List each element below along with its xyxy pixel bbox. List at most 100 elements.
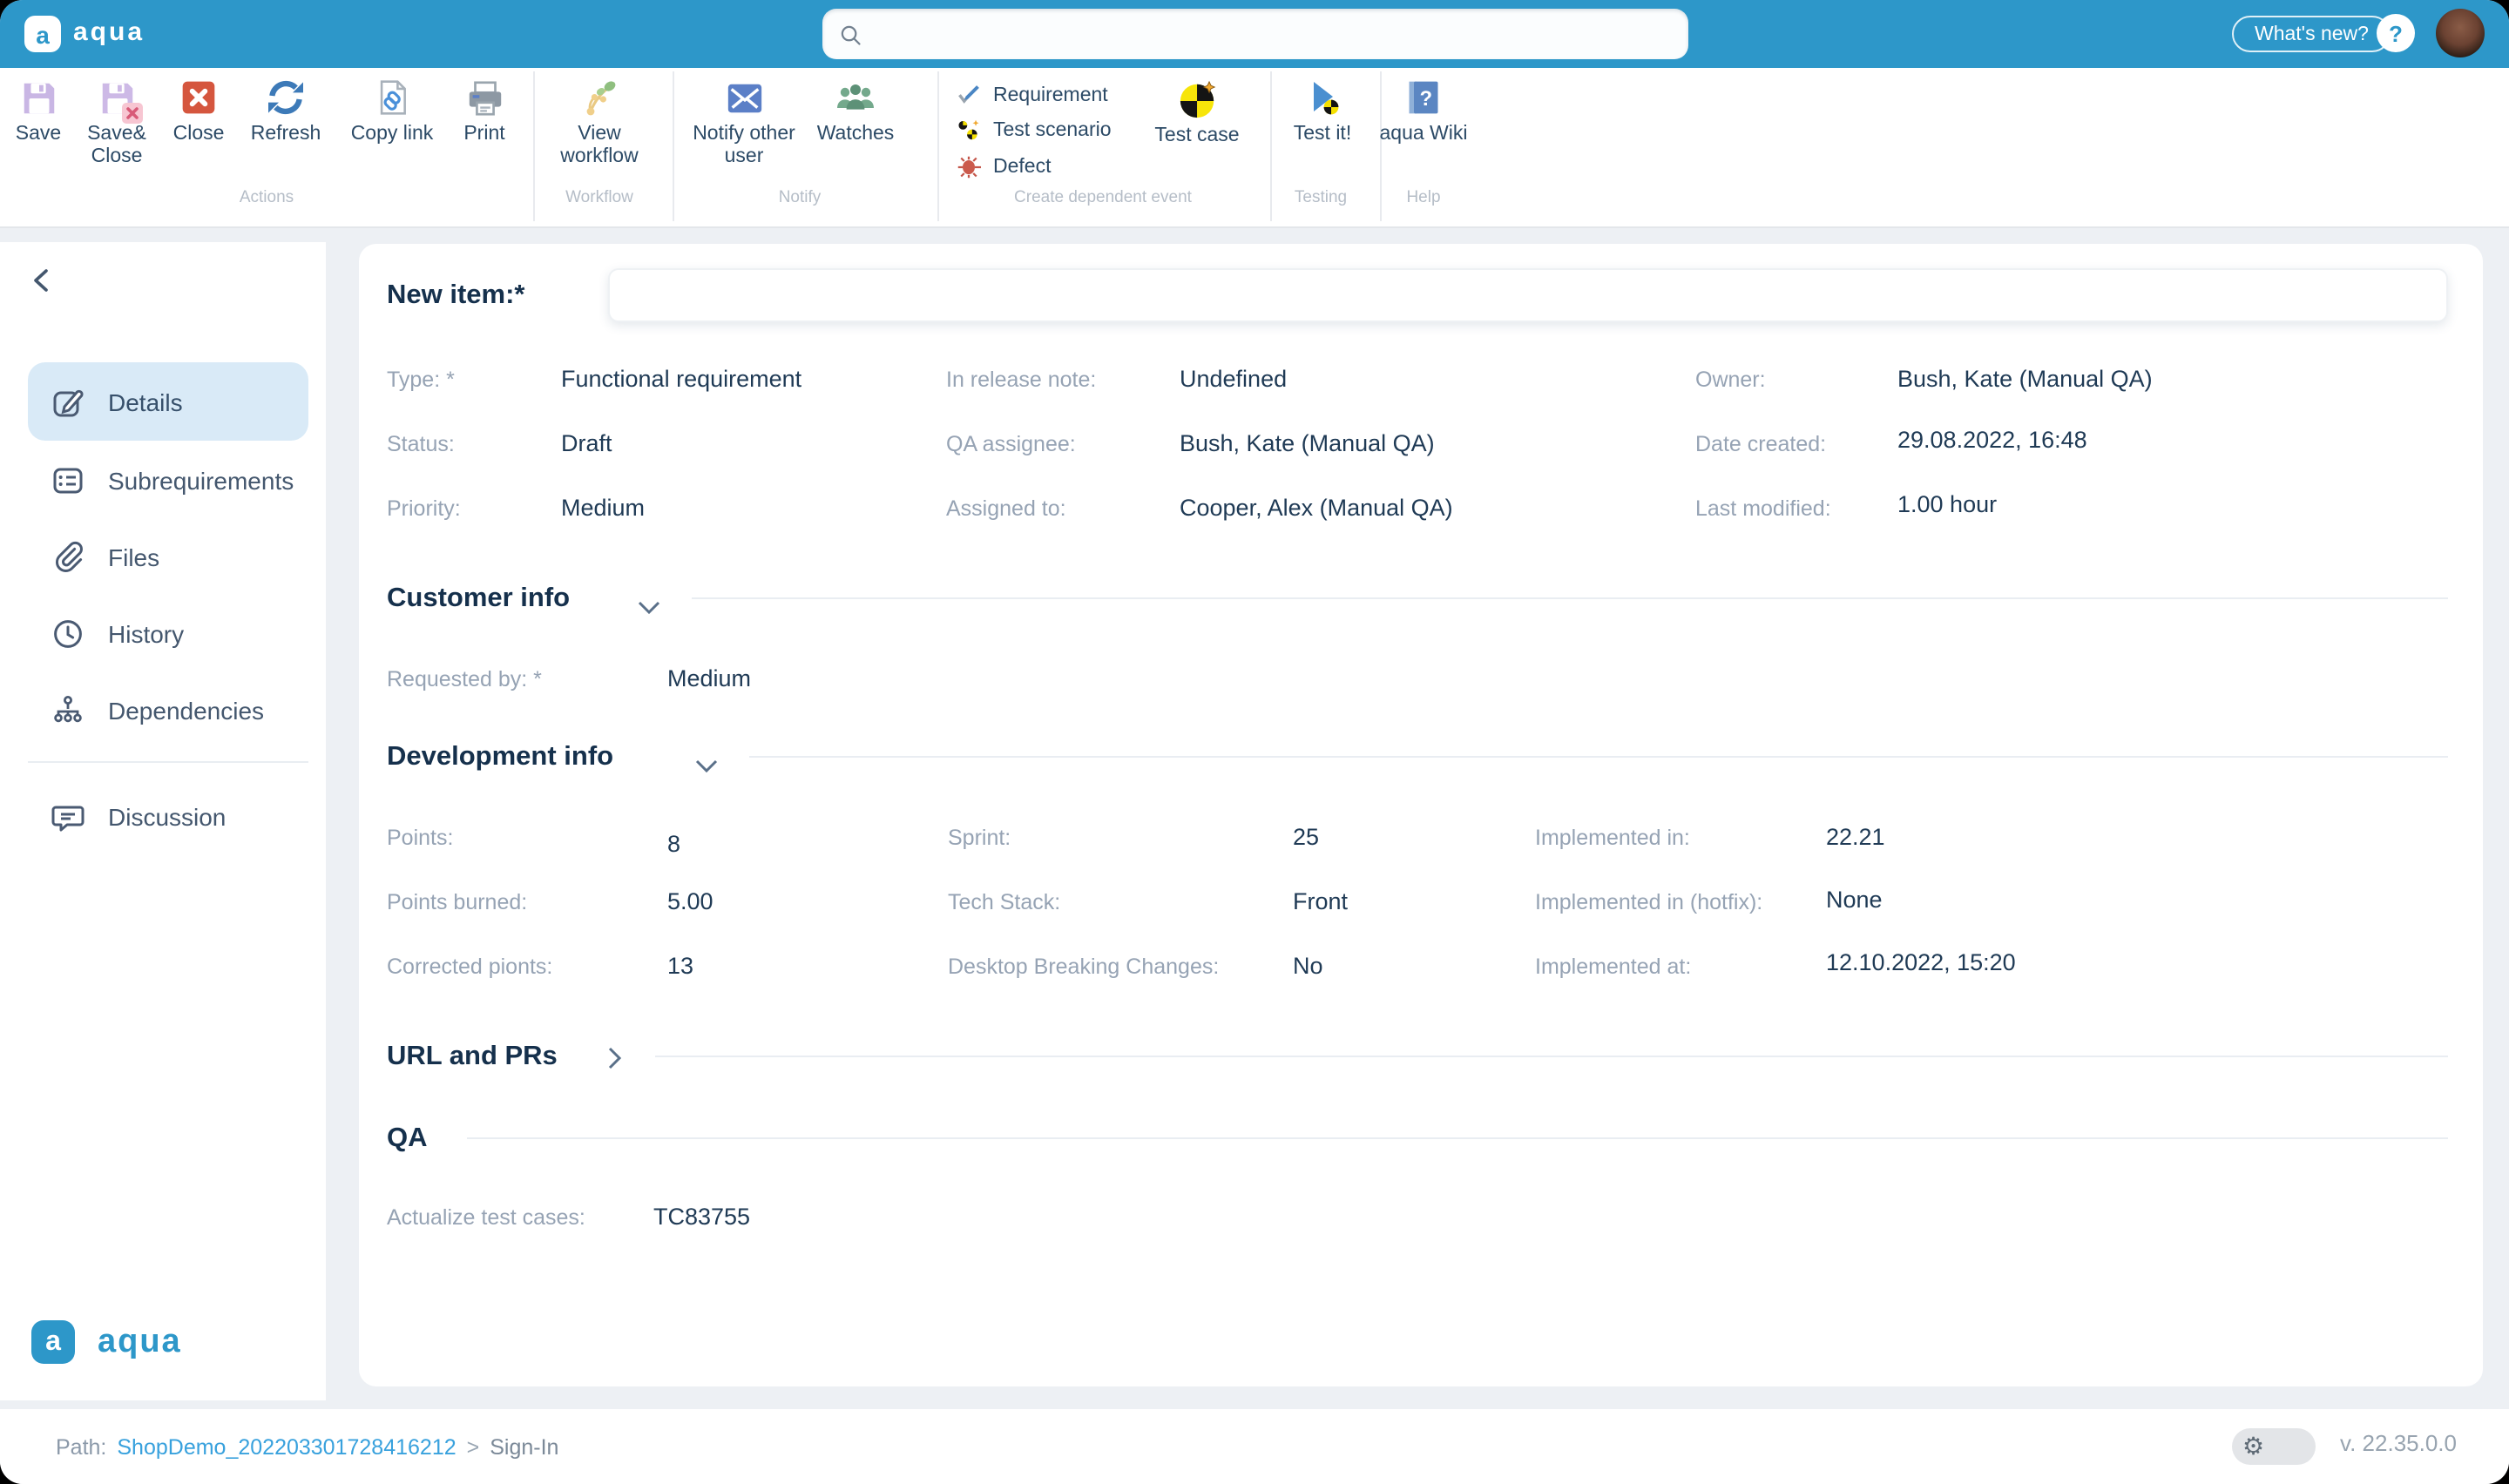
whats-new-label: What's new? [2255,24,2369,44]
gear-icon: ⚙ [2242,1432,2264,1461]
test-it-label: Test it! [1294,124,1351,146]
field-value-qa-assignee[interactable]: Bush, Kate (Manual QA) [1180,430,1435,458]
refresh-label: Refresh [251,124,321,146]
field-label-owner: Owner: [1695,368,1766,394]
aqua-wiki-button[interactable]: ? aqua Wiki [1375,75,1472,146]
create-test-scenario-label: Test scenario [993,119,1112,142]
field-value-owner[interactable]: Bush, Kate (Manual QA) [1897,366,2153,394]
section-divider [467,1137,2448,1139]
create-defect-label: Defect [993,156,1052,179]
sidebar-item-discussion-label: Discussion [108,802,226,830]
copy-link-button[interactable]: Copy link [340,75,444,146]
chevron-down-icon[interactable] [695,751,718,782]
item-title-input[interactable] [608,268,2448,322]
ribbon-group-caption-dependent: Create dependent event [972,188,1234,207]
create-test-case-button[interactable]: Test case [1143,77,1251,148]
save-button[interactable]: Save [0,75,77,146]
sidebar-item-discussion[interactable]: Discussion [28,777,308,855]
sidebar-collapse-button[interactable] [28,266,59,298]
create-requirement-label: Requirement [993,84,1108,107]
sidebar-item-subrequirements[interactable]: Subrequirements [28,441,308,519]
whats-new-button[interactable]: What's new? [2232,16,2391,52]
details-panel: New item:* Type: * Functional requiremen… [359,244,2483,1386]
field-label-qa-assignee: QA assignee: [946,432,1076,458]
section-title-qa: QA [387,1122,428,1155]
field-value-implemented-in[interactable]: 22.21 [1826,824,1885,852]
view-workflow-button[interactable]: View workflow [545,75,653,169]
save-label: Save [16,124,61,146]
print-button[interactable]: Print [439,75,530,146]
defect-bug-icon [957,155,981,179]
refresh-icon [265,75,307,120]
field-value-implemented-hotfix[interactable]: None [1826,887,1883,914]
field-value-corrected-points[interactable]: 13 [667,953,693,981]
test-case-icon [1177,77,1217,122]
field-value-requested-by[interactable]: Medium [667,665,751,693]
create-requirement-button[interactable]: Requirement [957,82,1108,110]
field-value-implemented-at[interactable]: 12.10.2022, 15:20 [1826,949,2016,977]
section-title-development-info[interactable]: Development info [387,740,613,773]
path-label: Path: [56,1434,106,1459]
settings-toggle[interactable]: ⚙ [2232,1428,2316,1465]
field-value-sprint[interactable]: 25 [1293,824,1319,852]
close-icon [179,75,218,120]
close-button[interactable]: Close [160,75,237,146]
help-button[interactable]: ? [2377,14,2415,52]
sidebar-item-dependencies[interactable]: Dependencies [28,671,308,749]
field-value-assigned-to[interactable]: Cooper, Alex (Manual QA) [1180,495,1453,523]
watches-button[interactable]: Watches [803,75,908,146]
print-label: Print [463,124,504,146]
field-label-type: Type: * [387,368,455,394]
test-it-button[interactable]: Test it! [1277,75,1368,146]
aqua-logo-icon[interactable]: a [24,16,61,52]
refresh-button[interactable]: Refresh [237,75,335,146]
topbar: a aqua What's new? ? [0,0,2509,68]
field-value-in-release-note[interactable]: Undefined [1180,366,1287,394]
field-value-actualize-test-cases[interactable]: TC83755 [653,1204,750,1231]
window: a aqua What's new? ? Save Save& Close [0,0,2509,1484]
sidebar-item-files-label: Files [108,543,159,570]
field-value-points[interactable]: 8 [667,831,680,859]
sidebar-aqua-wordmark: aqua [98,1324,182,1362]
path-separator: > [467,1434,480,1459]
sidebar-logo-letter: a [45,1326,61,1358]
field-value-type[interactable]: Functional requirement [561,366,801,394]
search-input[interactable] [873,9,1688,59]
test-it-icon [1302,75,1343,120]
create-defect-button[interactable]: Defect [957,153,1052,181]
subrequirements-list-icon [51,462,85,497]
ribbon-toolbar: Save Save& Close Close Refresh [0,68,2509,228]
field-value-priority[interactable]: Medium [561,495,645,523]
field-value-status[interactable]: Draft [561,430,612,458]
sidebar-item-files[interactable]: Files [28,517,308,596]
field-label-implemented-hotfix: Implemented in (hotfix): [1535,890,1762,916]
sidebar-item-details[interactable]: Details [28,362,308,441]
aqua-wiki-label: aqua Wiki [1380,124,1468,146]
path-project-link[interactable]: ShopDemo_202203301728416212 [117,1434,456,1459]
dependencies-tree-icon [51,692,85,727]
global-search[interactable] [822,9,1688,59]
section-divider [749,756,2448,758]
user-avatar[interactable] [2436,9,2485,57]
version-label: v. 22.35.0.0 [2340,1430,2457,1456]
field-value-desktop-breaking[interactable]: No [1293,953,1323,981]
field-value-tech-stack[interactable]: Front [1293,888,1348,916]
field-label-priority: Priority: [387,496,461,523]
section-title-customer-info[interactable]: Customer info [387,582,570,615]
field-label-implemented-at: Implemented at: [1535,954,1691,981]
section-title-url-and-prs[interactable]: URL and PRs [387,1040,558,1073]
field-label-corrected-points: Corrected pionts: [387,954,552,981]
chevron-down-icon[interactable] [638,592,660,624]
field-label-points: Points: [387,826,453,852]
field-value-points-burned[interactable]: 5.00 [667,888,713,916]
clock-icon [51,616,85,651]
field-label-date-created: Date created: [1695,432,1826,458]
save-close-button[interactable]: Save& Close [77,75,157,169]
create-test-scenario-button[interactable]: Test scenario [957,117,1112,145]
sidebar: Details Subrequirements Files History De [0,242,326,1400]
ribbon-group-caption-actions: Actions [179,188,354,207]
footer: Path: ShopDemo_202203301728416212 > Sign… [0,1409,2509,1484]
sidebar-item-history[interactable]: History [28,594,308,672]
notify-other-user-button[interactable]: Notify other user [688,75,800,169]
chevron-right-icon[interactable] [608,1047,622,1078]
